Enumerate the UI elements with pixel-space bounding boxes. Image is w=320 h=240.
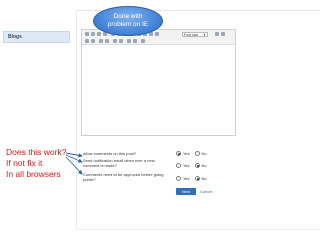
font-size-select[interactable]: Font size ▼	[182, 32, 208, 37]
comments-approval-yes-radio[interactable]	[176, 176, 181, 181]
question-comments-approval: Comments need to be approved before goin…	[83, 172, 164, 182]
annotation-line-1: Does this work?	[6, 147, 67, 157]
unlink-icon[interactable]	[105, 39, 109, 43]
font-size-select-value: Font size	[184, 33, 199, 37]
review-annotation: Does this work? If not fix it In all bro…	[6, 147, 76, 180]
annotation-line-2: If not fix it	[6, 158, 43, 168]
radio-label-no: No	[201, 163, 207, 168]
next-button-label: Next	[181, 189, 191, 194]
underline-icon[interactable]	[97, 32, 101, 36]
notification-email-radio-group: Yes No	[176, 163, 210, 168]
question-notification-email: Send notification email when ever a new …	[83, 158, 155, 168]
italic-icon[interactable]	[91, 32, 95, 36]
rich-text-editor[interactable]: Font size ▼	[81, 29, 236, 136]
link-icon[interactable]	[99, 39, 103, 43]
allow-comments-yes-radio[interactable]	[176, 151, 181, 156]
notification-email-no-radio[interactable]	[194, 163, 200, 168]
special-char-icon[interactable]	[133, 39, 137, 43]
question-allow-comments: Allow comments on this post?	[83, 151, 136, 156]
editor-content-area[interactable]	[82, 45, 235, 136]
chevron-down-icon: ▼	[203, 33, 206, 37]
image-icon[interactable]	[113, 39, 117, 43]
content-frame-left-border	[76, 10, 77, 230]
allow-comments-radio-group: Yes No	[176, 151, 210, 156]
callout-line-1: Done with	[113, 13, 143, 20]
done-callout-bubble: Done with problem on IE	[93, 6, 163, 36]
radio-label-no: No	[201, 176, 207, 181]
radio-label-yes: Yes	[183, 176, 190, 181]
text-color-icon[interactable]	[215, 32, 219, 36]
radio-label-yes: Yes	[183, 163, 190, 168]
sidebar-item-label: Blogs	[8, 34, 22, 40]
notification-email-yes-radio[interactable]	[176, 163, 181, 168]
content-frame-bottom-border	[76, 229, 320, 230]
horizontal-rule-icon[interactable]	[127, 39, 131, 43]
allow-comments-no-radio[interactable]	[194, 151, 200, 156]
annotation-line-3: In all browsers	[6, 169, 61, 179]
comments-approval-no-radio[interactable]	[194, 176, 200, 181]
undo-icon[interactable]	[85, 39, 89, 43]
indent-icon[interactable]	[155, 32, 159, 36]
comments-approval-radio-group: Yes No	[176, 176, 210, 181]
callout-line-2: problem on IE	[107, 21, 149, 28]
highlight-icon[interactable]	[221, 32, 225, 36]
radio-label-no: No	[201, 151, 207, 156]
radio-label-yes: Yes	[183, 151, 190, 156]
redo-icon[interactable]	[91, 39, 95, 43]
bold-icon[interactable]	[85, 32, 89, 36]
source-code-icon[interactable]	[141, 39, 145, 43]
sidebar-item-blogs[interactable]: Blogs	[3, 31, 70, 43]
cancel-link[interactable]: Cancel	[200, 188, 212, 195]
next-button[interactable]: Next	[176, 188, 196, 195]
table-icon[interactable]	[119, 39, 123, 43]
